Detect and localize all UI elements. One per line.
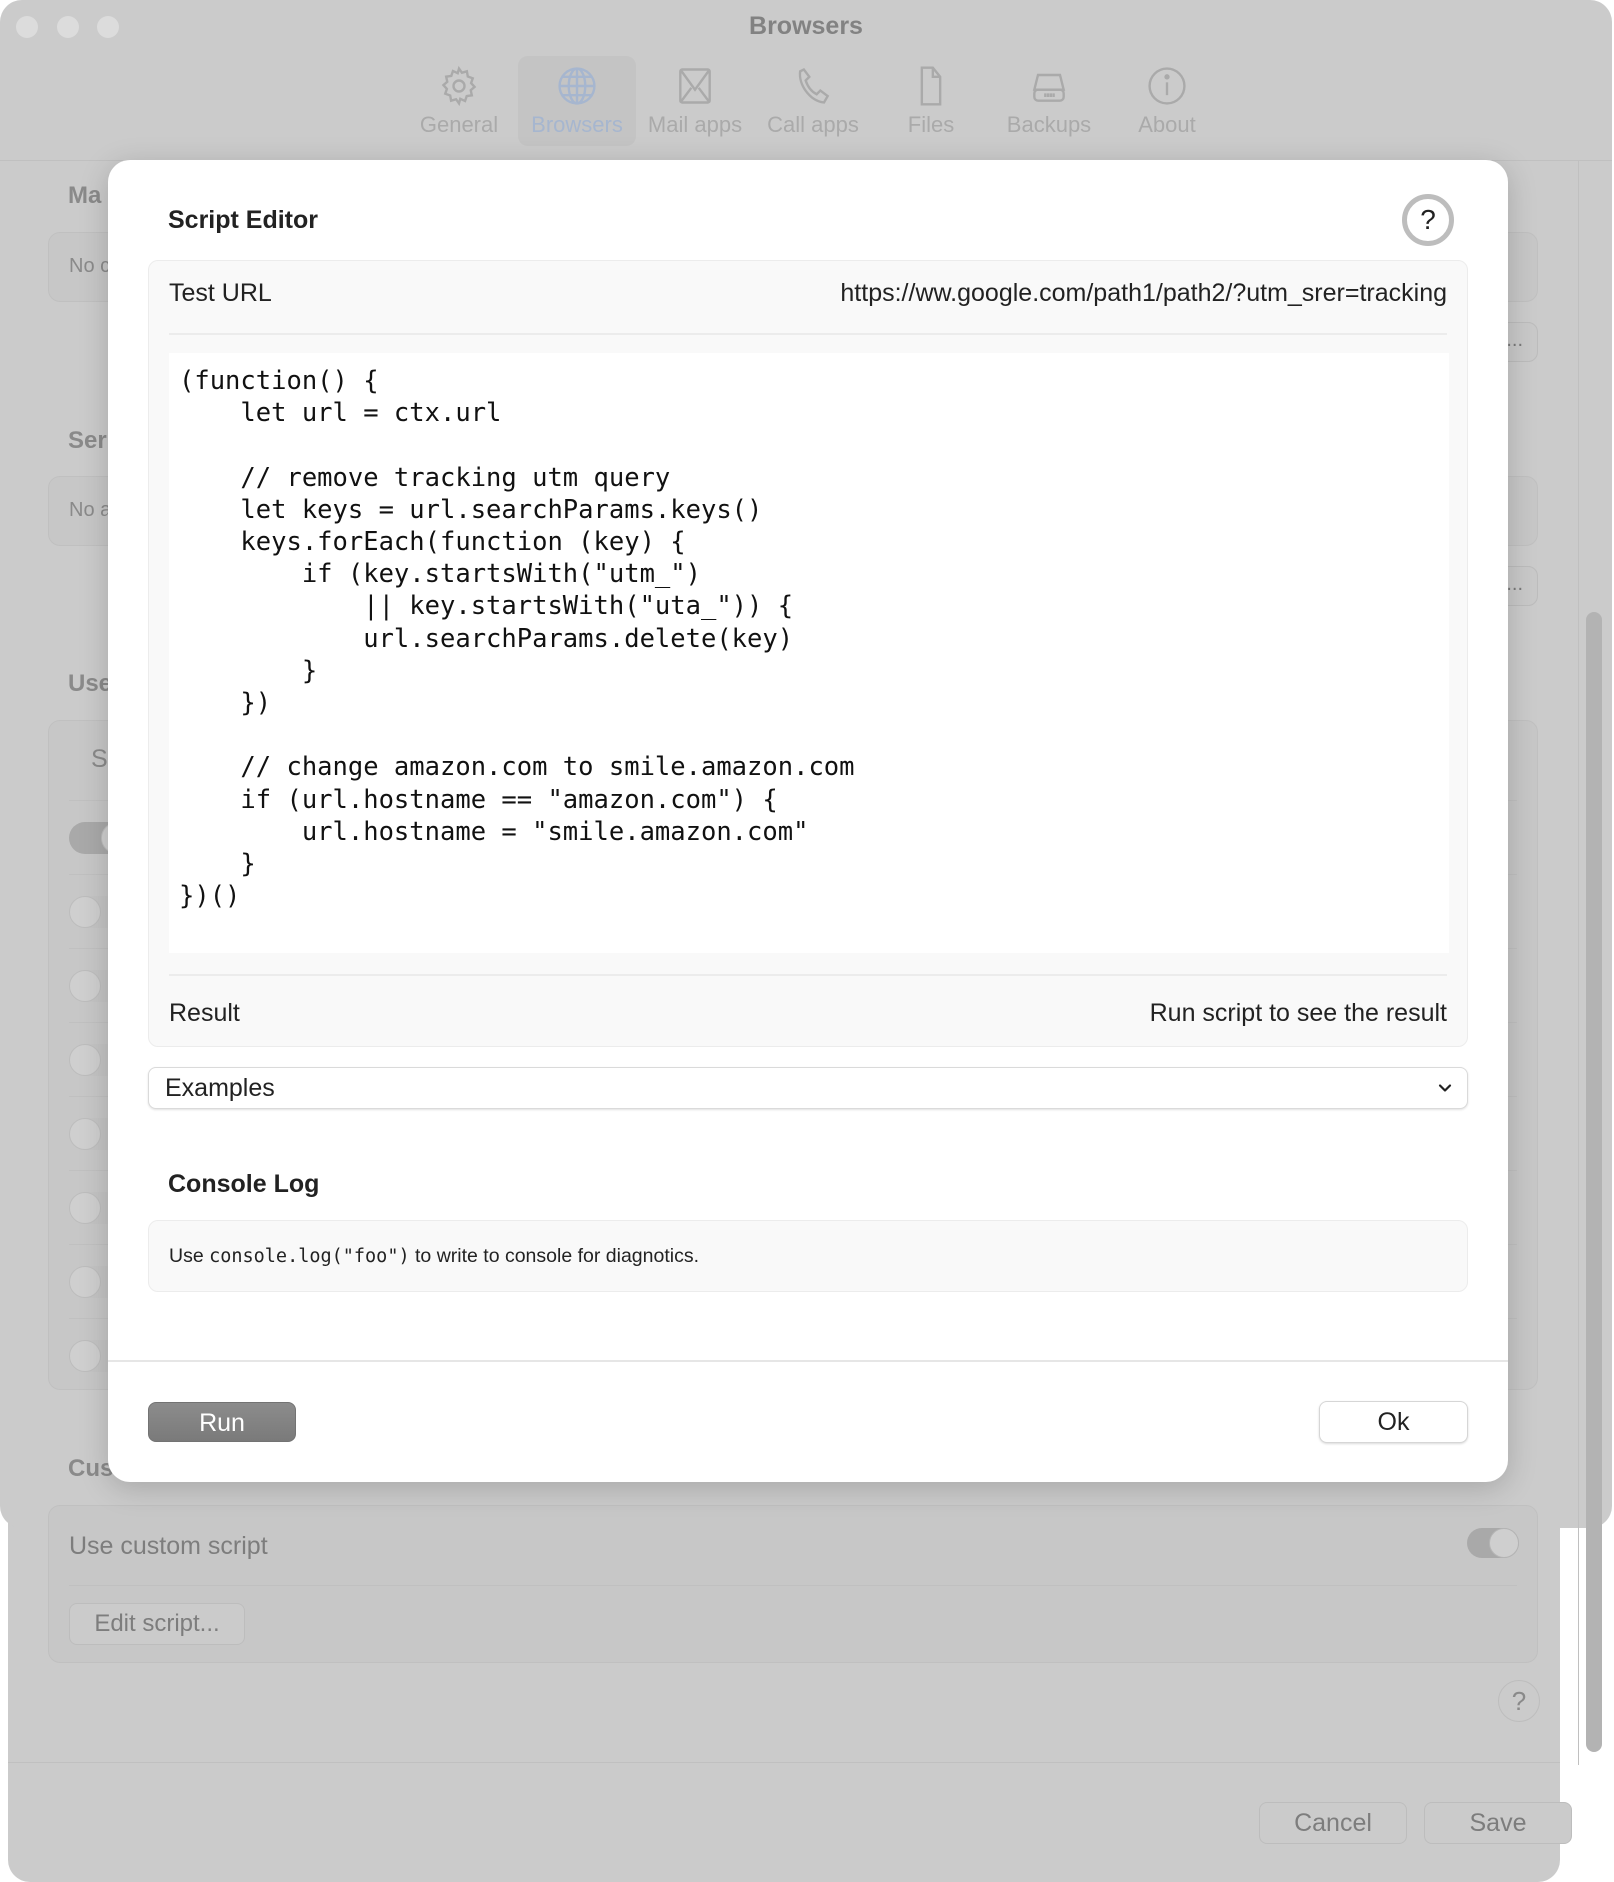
- second-section-heading: Ser: [68, 427, 107, 454]
- edit-script-button[interactable]: Edit script...: [69, 1603, 245, 1645]
- use-custom-script-label: Use custom script: [69, 1532, 268, 1560]
- tab-about[interactable]: About: [1108, 56, 1226, 146]
- cancel-button[interactable]: Cancel: [1259, 1802, 1407, 1844]
- console-hint-suffix: to write to console for diagnotics.: [409, 1245, 699, 1267]
- footer-divider: [8, 1762, 1560, 1763]
- chevron-down-icon: [1438, 1084, 1452, 1092]
- console-log-box: Use console.log("foo") to write to conso…: [148, 1220, 1468, 1292]
- phone-icon: [798, 67, 830, 104]
- tab-call-apps[interactable]: Call apps: [754, 56, 872, 146]
- console-hint-code: console.log("foo"): [209, 1246, 410, 1267]
- tab-call-apps-label: Call apps: [767, 112, 859, 137]
- dialog-footer-divider: [108, 1360, 1508, 1362]
- tab-mail-apps-label: Mail apps: [647, 112, 743, 137]
- preferences-toolbar: General Browsers Mail apps Call apps Fil…: [400, 56, 1226, 146]
- examples-selected-value: Examples: [165, 1074, 275, 1102]
- tab-files-label: Files: [907, 112, 955, 137]
- tab-mail-apps[interactable]: Mail apps: [636, 56, 754, 146]
- tab-backups[interactable]: Backups: [990, 56, 1108, 146]
- use-column-header: S: [91, 745, 108, 773]
- test-url-value[interactable]: https://ww.google.com/path1/path2/?utm_s…: [840, 279, 1447, 308]
- script-editor-dialog: Script Editor ? Test URL https://ww.goog…: [108, 160, 1508, 1482]
- result-value: Run script to see the result: [1149, 999, 1447, 1027]
- question-mark-icon: ?: [1420, 204, 1436, 235]
- globe-icon: [558, 67, 596, 105]
- match-section-heading: Ma: [68, 182, 102, 209]
- custom-section-heading: Cus: [68, 1455, 114, 1482]
- help-button[interactable]: ?: [1402, 194, 1454, 246]
- card-divider: [169, 974, 1447, 976]
- document-icon: [920, 66, 942, 106]
- tab-general[interactable]: General: [400, 56, 518, 146]
- window-title: Browsers: [749, 12, 863, 40]
- tab-about-label: About: [1138, 112, 1196, 137]
- tab-files[interactable]: Files: [872, 56, 990, 146]
- use-section-heading: Use: [68, 670, 113, 697]
- tab-browsers-label: Browsers: [531, 112, 623, 137]
- script-code-editor[interactable]: (function() { let url = ctx.url // remov…: [169, 353, 1449, 953]
- scrollbar-thumb[interactable]: [1586, 612, 1602, 1752]
- window-help-button[interactable]: ?: [1498, 1680, 1540, 1722]
- examples-dropdown[interactable]: Examples: [148, 1067, 1468, 1109]
- row-divider: [69, 1585, 1517, 1586]
- info-icon: [1148, 67, 1186, 105]
- result-label: Result: [169, 999, 240, 1027]
- run-button[interactable]: Run: [148, 1402, 296, 1442]
- dialog-title: Script Editor: [168, 206, 319, 234]
- envelope-icon: [679, 68, 711, 104]
- card-divider: [169, 333, 1447, 335]
- custom-script-box: Use custom script Edit script...: [48, 1505, 1538, 1663]
- tab-general-label: General: [419, 112, 499, 137]
- test-url-label: Test URL: [169, 279, 272, 307]
- gear-icon: [441, 65, 477, 107]
- tab-backups-label: Backups: [1006, 112, 1092, 137]
- second-empty-text: No a: [69, 499, 112, 521]
- drive-icon: [1032, 73, 1066, 102]
- tab-browsers[interactable]: Browsers: [518, 56, 636, 146]
- console-hint-prefix: Use: [169, 1245, 210, 1267]
- console-log-heading: Console Log: [168, 1170, 320, 1198]
- script-card: Test URL https://ww.google.com/path1/pat…: [148, 260, 1468, 1047]
- ok-button[interactable]: Ok: [1319, 1401, 1468, 1443]
- save-button[interactable]: Save: [1424, 1802, 1572, 1844]
- use-custom-script-toggle[interactable]: [1467, 1528, 1519, 1558]
- match-empty-text: No c: [69, 255, 111, 277]
